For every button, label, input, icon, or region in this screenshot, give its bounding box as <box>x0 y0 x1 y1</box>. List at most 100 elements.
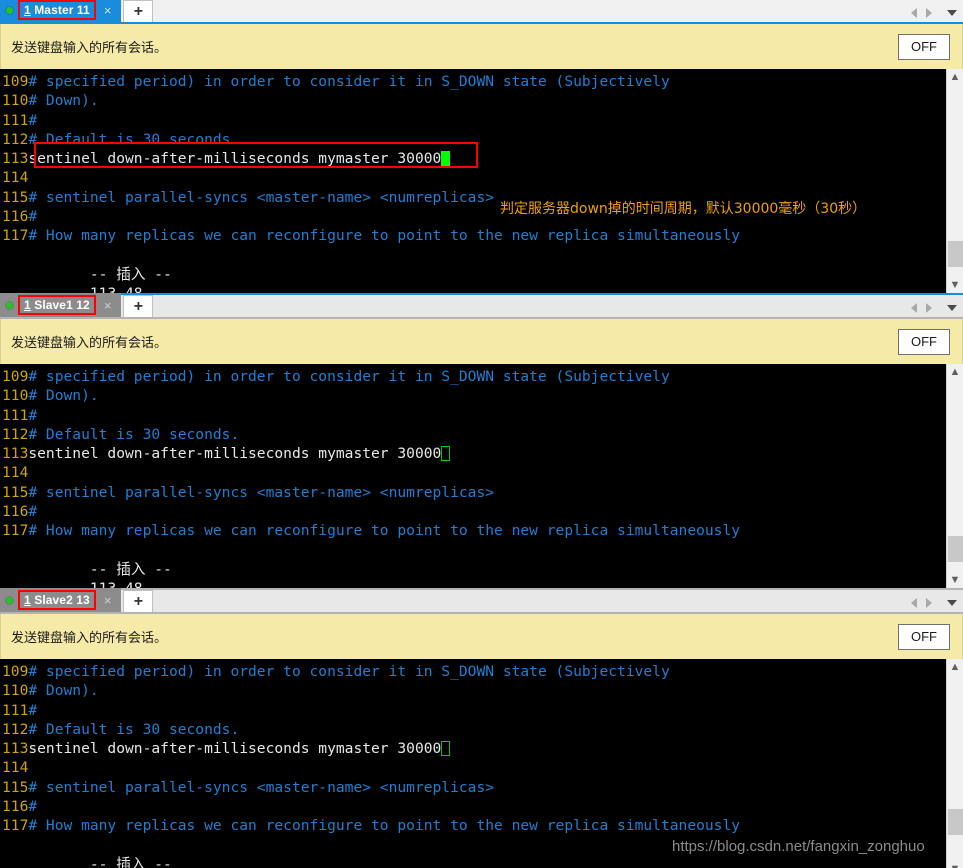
terminal-line: 114 <box>2 168 946 187</box>
tab-navigation <box>911 598 957 608</box>
line-number: 115 <box>2 188 29 206</box>
terminal-line: 113sentinel down-after-milliseconds myma… <box>2 149 946 168</box>
session-tab-master[interactable]: 1 Master 11 × <box>0 0 122 22</box>
new-tab-button[interactable]: + <box>123 0 154 22</box>
terminal-line: 109# specified period) in order to consi… <box>2 662 946 681</box>
terminal-line: 109# specified period) in order to consi… <box>2 367 946 386</box>
scroll-down-icon[interactable]: ▼ <box>950 572 961 588</box>
triangle-down-icon[interactable] <box>947 305 957 311</box>
terminal-scrollbar-slave1[interactable]: ▲ ▼ <box>946 364 963 588</box>
cursor-position: 113,48 <box>90 285 143 293</box>
terminal-line: 115# sentinel parallel-syncs <master-nam… <box>2 778 946 797</box>
line-number: 109 <box>2 73 29 90</box>
scroll-down-icon[interactable]: ▼ <box>950 277 961 293</box>
connection-status-dot-icon <box>6 301 13 309</box>
line-number: 112 <box>2 130 29 148</box>
line-text: # Down). <box>28 92 99 110</box>
broadcast-notice-bar-slave1: 发送键盘输入的所有会话。 OFF <box>0 319 963 364</box>
line-number: 113 <box>2 150 29 168</box>
line-text: # specified period) in order to consider… <box>28 368 670 385</box>
line-text: # <box>28 406 38 424</box>
scroll-up-icon[interactable]: ▲ <box>950 659 961 675</box>
terminal-line: 116# <box>2 502 946 521</box>
line-text: # Default is 30 seconds. <box>28 425 240 443</box>
terminal-line: 111# <box>2 406 946 425</box>
terminal-line: 113sentinel down-after-milliseconds myma… <box>2 739 946 758</box>
line-number: 109 <box>2 663 29 680</box>
terminal-output-slave1[interactable]: 109# specified period) in order to consi… <box>0 364 946 588</box>
triangle-right-icon[interactable] <box>926 598 932 608</box>
triangle-right-icon[interactable] <box>926 8 932 18</box>
broadcast-notice-bar-master: 发送键盘输入的所有会话。 OFF <box>0 24 963 69</box>
session-tab-slave1[interactable]: 1 Slave1 12 × <box>0 293 122 317</box>
close-tab-icon[interactable]: × <box>104 4 112 17</box>
terminal-scrollbar-slave2[interactable]: ▲ ▼ <box>946 659 963 868</box>
line-number: 117 <box>2 227 29 245</box>
line-number: 110 <box>2 92 29 110</box>
triangle-left-icon[interactable] <box>911 303 917 313</box>
terminal-line: 117# How many replicas we can reconfigur… <box>2 521 946 540</box>
broadcast-toggle-button[interactable]: OFF <box>898 33 950 60</box>
session-tab-label-master: 1 Master 11 <box>18 0 96 20</box>
line-text: # <box>28 798 38 816</box>
session-tab-slave2[interactable]: 1 Slave2 13 × <box>0 588 122 612</box>
terminal-line: 110# Down). <box>2 681 946 700</box>
terminal-line: 111# <box>2 111 946 130</box>
terminal-output-slave2[interactable]: 109# specified period) in order to consi… <box>0 659 946 868</box>
text-cursor <box>441 741 451 757</box>
line-number: 117 <box>2 817 29 835</box>
session-panel-slave2: 1 Slave2 13 × + 发送键盘输入的所有会话。 OFF 109# sp… <box>0 588 963 868</box>
scroll-up-icon[interactable]: ▲ <box>950 69 961 85</box>
scrollbar-thumb[interactable] <box>948 809 963 835</box>
line-text: # <box>28 503 38 521</box>
line-text: # <box>28 111 38 129</box>
text-cursor <box>441 151 451 167</box>
line-number: 112 <box>2 720 29 738</box>
line-text: sentinel down-after-milliseconds mymaste… <box>28 740 442 758</box>
broadcast-toggle-button[interactable]: OFF <box>898 328 950 355</box>
terminal-scrollbar-master[interactable]: ▲ ▼ <box>946 69 963 293</box>
broadcast-notice-text: 发送键盘输入的所有会话。 <box>11 41 168 56</box>
triangle-right-icon[interactable] <box>926 303 932 313</box>
tabstrip-master: 1 Master 11 × + <box>0 0 963 24</box>
line-number: 111 <box>2 406 29 424</box>
scroll-up-icon[interactable]: ▲ <box>950 364 961 380</box>
triangle-down-icon[interactable] <box>947 600 957 606</box>
triangle-down-icon[interactable] <box>947 10 957 16</box>
tabstrip-slave2: 1 Slave2 13 × + <box>0 588 963 614</box>
triangle-left-icon[interactable] <box>911 598 917 608</box>
line-text: # specified period) in order to consider… <box>28 663 670 680</box>
triangle-left-icon[interactable] <box>911 8 917 18</box>
line-number: 115 <box>2 483 29 501</box>
tabstrip-slave1: 1 Slave1 12 × + <box>0 293 963 319</box>
cursor-position: 113,48 <box>90 580 143 588</box>
scrollbar-thumb[interactable] <box>948 241 963 267</box>
terminal-line: 109# specified period) in order to consi… <box>2 72 946 91</box>
close-tab-icon[interactable]: × <box>104 594 112 607</box>
terminal-line: 117# How many replicas we can reconfigur… <box>2 816 946 835</box>
terminal-line: 113sentinel down-after-milliseconds myma… <box>2 444 946 463</box>
scroll-down-icon[interactable]: ▼ <box>950 861 961 868</box>
close-tab-icon[interactable]: × <box>104 299 112 312</box>
line-text: sentinel down-after-milliseconds mymaste… <box>28 150 442 168</box>
terminal-line: 110# Down). <box>2 386 946 405</box>
vim-status-line: -- 插入 -- 113,48 45% <box>2 541 946 588</box>
new-tab-button[interactable]: + <box>123 295 154 317</box>
line-number: 109 <box>2 368 29 385</box>
line-text: # How many replicas we can reconfigure t… <box>28 227 741 245</box>
tab-navigation <box>911 8 957 18</box>
terminal-output-master[interactable]: 109# specified period) in order to consi… <box>0 69 946 293</box>
session-tab-label-slave2: 1 Slave2 13 <box>18 590 96 610</box>
new-tab-button[interactable]: + <box>123 590 154 612</box>
session-panel-slave1: 1 Slave1 12 × + 发送键盘输入的所有会话。 OFF 109# sp… <box>0 293 963 590</box>
tab-mnemonic: 1 <box>24 3 31 17</box>
terminal-line: 112# Default is 30 seconds. <box>2 425 946 444</box>
terminal-area-master: 109# specified period) in order to consi… <box>0 69 963 293</box>
tab-navigation <box>911 303 957 313</box>
tab-title: Slave2 13 <box>30 593 90 607</box>
broadcast-toggle-button[interactable]: OFF <box>898 623 950 650</box>
session-tab-label-slave1: 1 Slave1 12 <box>18 295 96 315</box>
scrollbar-thumb[interactable] <box>948 536 963 562</box>
annotation-text: 判定服务器down掉的时间周期，默认30000毫秒（30秒） <box>500 201 867 217</box>
line-number: 111 <box>2 111 29 129</box>
